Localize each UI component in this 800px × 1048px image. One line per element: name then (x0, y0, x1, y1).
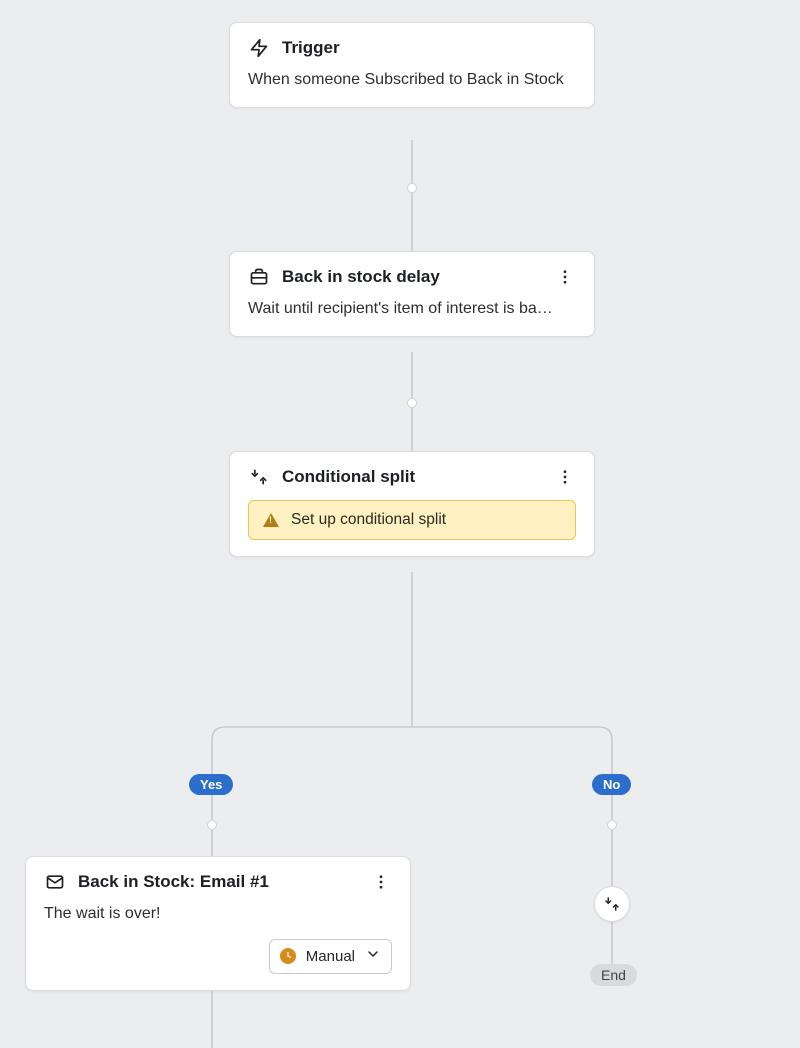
connector-dot (207, 820, 217, 830)
chevron-down-icon (365, 946, 381, 967)
email-title: Back in Stock: Email #1 (78, 872, 358, 892)
delay-node[interactable]: Back in stock delay Wait until recipient… (229, 251, 595, 337)
email-description: The wait is over! (44, 903, 392, 925)
conditional-split-node[interactable]: Conditional split Set up conditional spl… (229, 451, 595, 557)
connector-dot (407, 183, 417, 193)
branch-end-label: End (590, 964, 637, 986)
split-icon (248, 466, 270, 488)
trigger-node[interactable]: Trigger When someone Subscribed to Back … (229, 22, 595, 108)
trigger-description: When someone Subscribed to Back in Stock (248, 69, 576, 91)
email-node[interactable]: Back in Stock: Email #1 The wait is over… (25, 856, 411, 991)
bolt-icon (248, 37, 270, 59)
warning-icon (263, 513, 279, 527)
add-step-button[interactable] (594, 886, 630, 922)
email-more-button[interactable] (370, 871, 392, 893)
mail-icon (44, 871, 66, 893)
split-warning-text: Set up conditional split (291, 511, 446, 529)
email-status-label: Manual (306, 948, 355, 965)
flow-canvas[interactable]: Trigger When someone Subscribed to Back … (0, 0, 800, 1048)
delay-description: Wait until recipient's item of interest … (248, 298, 576, 320)
briefcase-icon (248, 266, 270, 288)
split-more-button[interactable] (554, 466, 576, 488)
split-setup-warning[interactable]: Set up conditional split (248, 500, 576, 540)
manual-status-icon (280, 948, 296, 964)
connector-dot (607, 820, 617, 830)
delay-more-button[interactable] (554, 266, 576, 288)
delay-title: Back in stock delay (282, 267, 542, 287)
split-icon (603, 895, 621, 913)
trigger-title: Trigger (282, 38, 576, 58)
split-title: Conditional split (282, 467, 542, 487)
email-status-dropdown[interactable]: Manual (269, 939, 392, 974)
branch-yes-label: Yes (189, 774, 233, 795)
connector-dot (407, 398, 417, 408)
branch-no-label: No (592, 774, 631, 795)
